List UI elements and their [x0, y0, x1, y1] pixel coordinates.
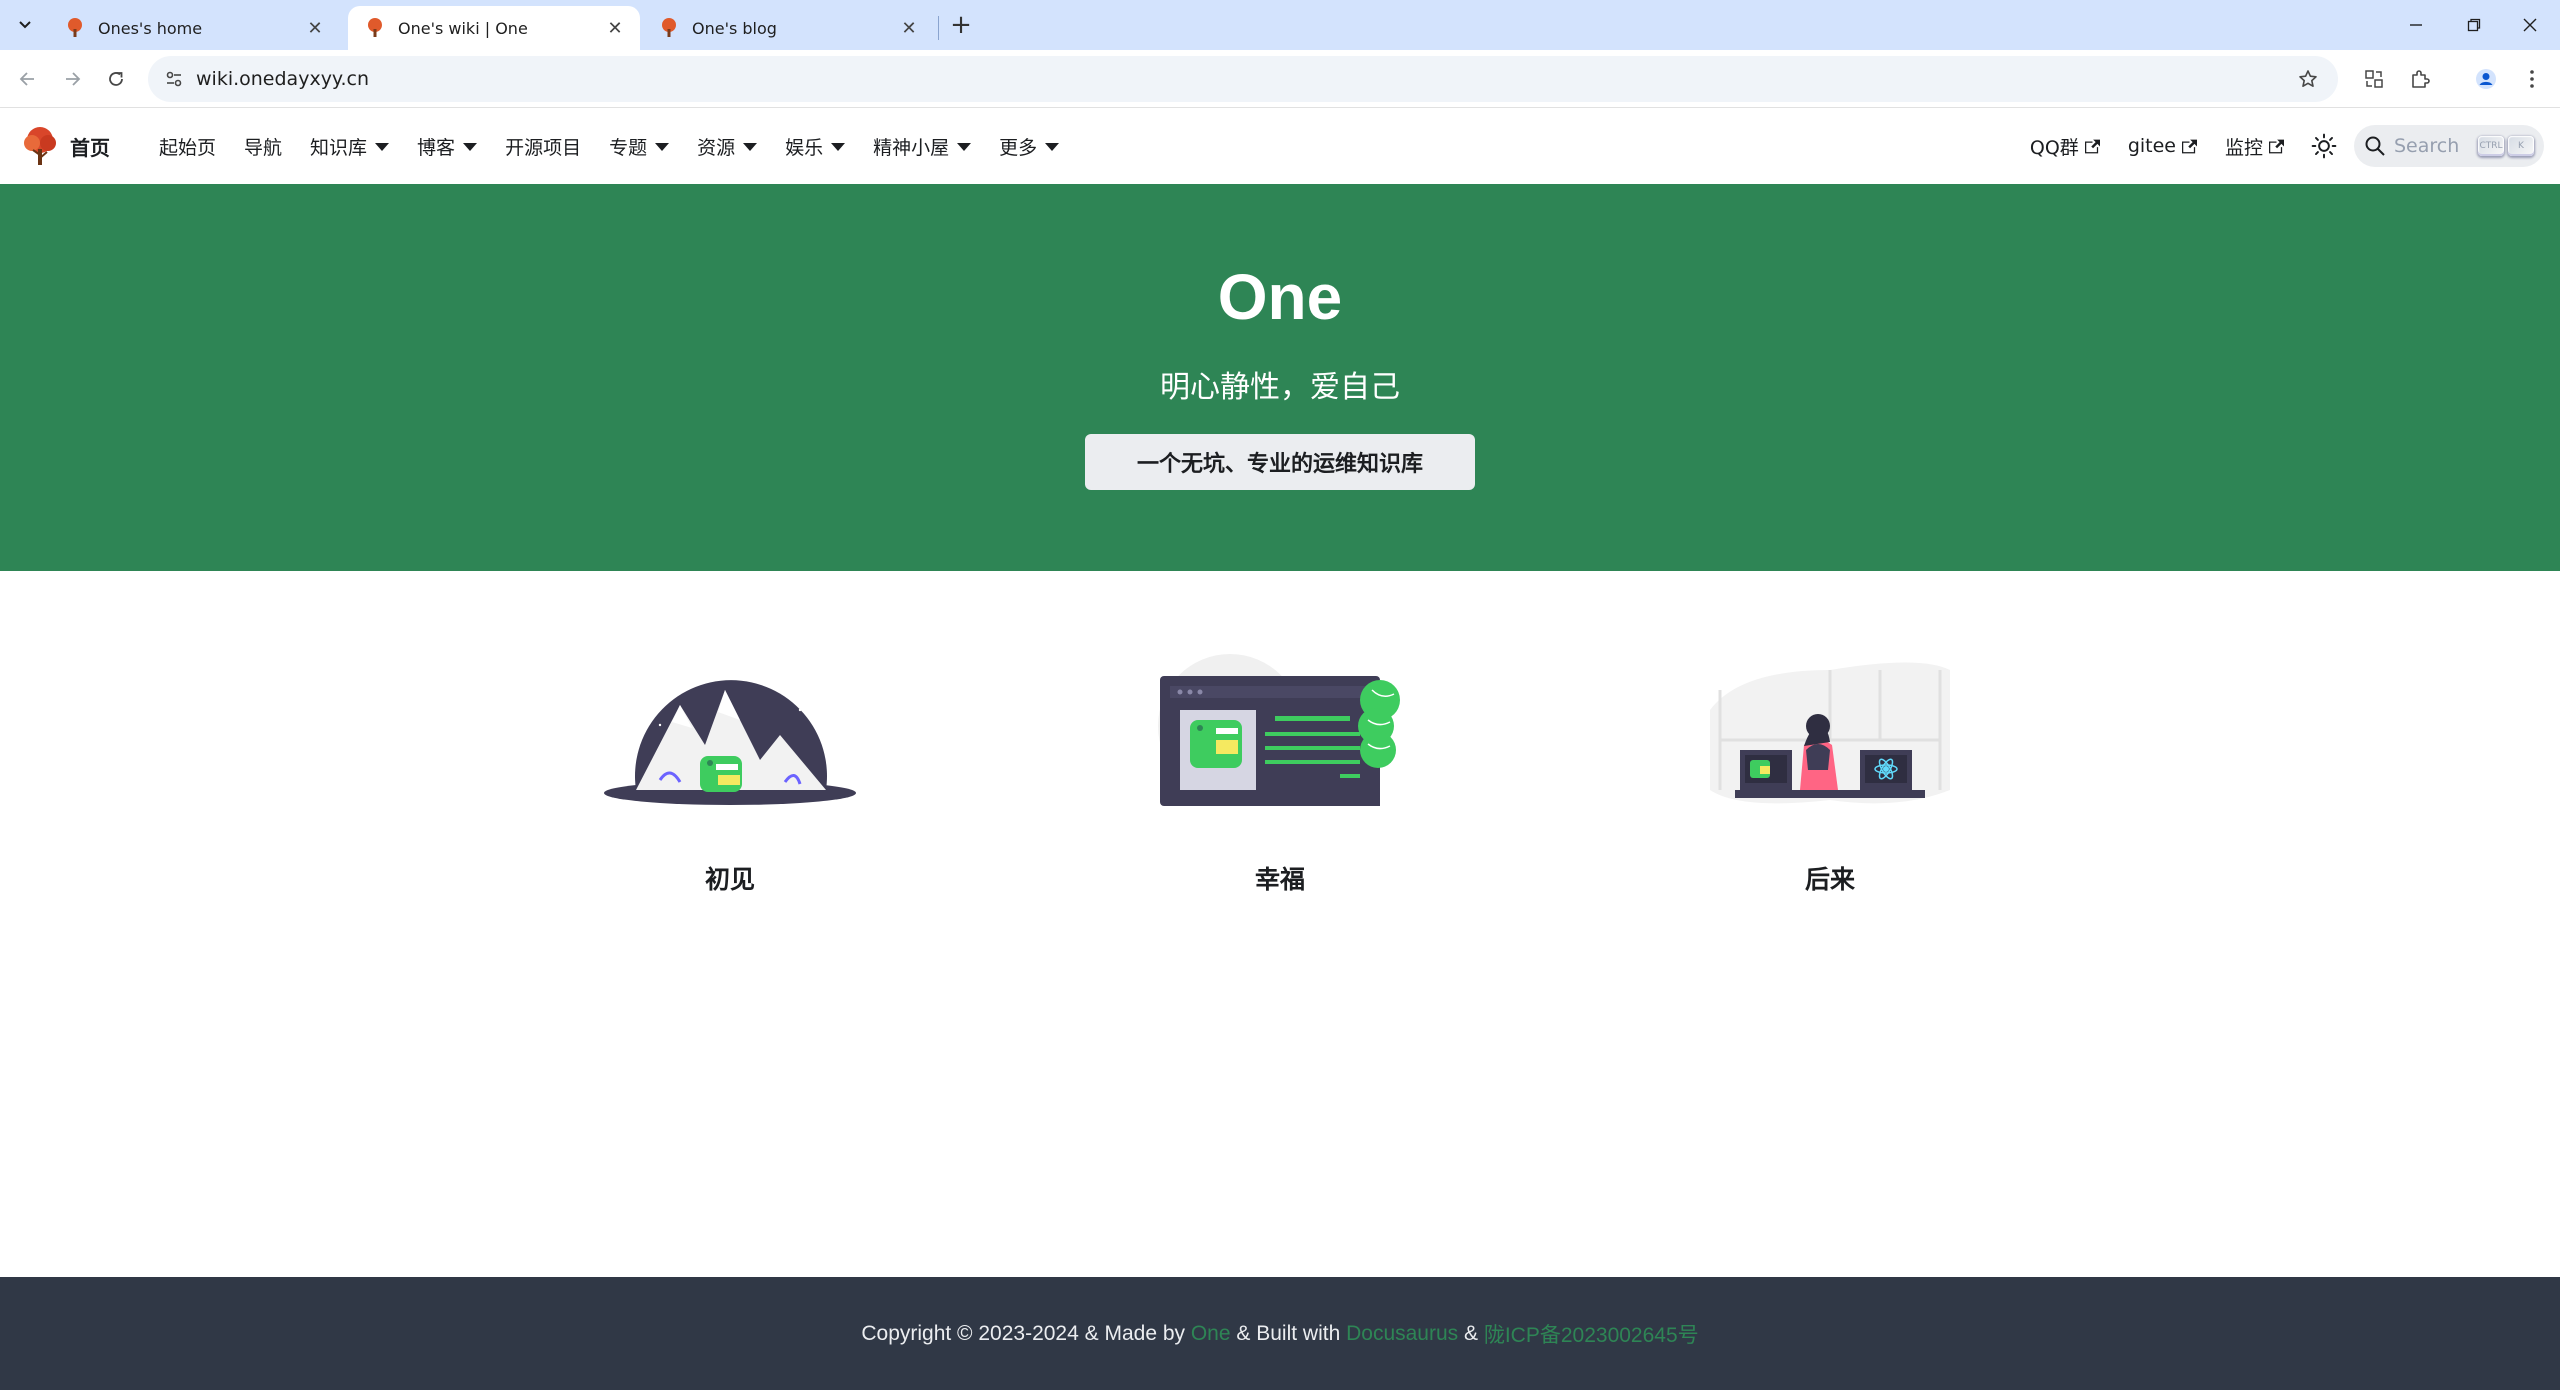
hero-title: One — [1217, 261, 1343, 333]
nav-label: 资源 — [697, 136, 736, 159]
nav-label: 起始页 — [159, 136, 217, 159]
feature-title: 幸福 — [1254, 865, 1305, 894]
close-icon[interactable]: ✕ — [604, 17, 626, 39]
kbd-ctrl: CTRL — [2478, 136, 2504, 156]
hero-tagline: 明心静性，爱自己 — [1160, 370, 1400, 405]
tab-title: Ones's home — [98, 18, 203, 38]
close-icon[interactable]: ✕ — [898, 17, 920, 39]
nav-right: QQ群 gitee 监控 Search CTRL K — [2016, 108, 2544, 184]
site-navbar: 首页 起始页 导航 知识库 博客 开源项目 专题 资源 娱乐 精神小屋 更多 Q… — [0, 108, 2560, 184]
author-link[interactable]: One — [1191, 1322, 1231, 1346]
nav-label: 专题 — [609, 136, 648, 159]
footer-text: & — [1458, 1321, 1484, 1345]
site-footer: Copyright © 2023-2024 & Made by One & Bu… — [0, 1277, 2560, 1390]
caret-down-icon — [743, 143, 758, 151]
nav-item-resources[interactable]: 资源 — [683, 133, 771, 160]
feature-card: 初见 — [450, 650, 1010, 896]
nav-item-navigation[interactable]: 导航 — [230, 133, 296, 160]
tree-favicon-icon — [368, 18, 382, 37]
nav-links: 起始页 导航 知识库 博客 开源项目 专题 资源 娱乐 精神小屋 更多 — [145, 108, 1073, 184]
tree-logo-icon — [24, 127, 56, 165]
url-text[interactable]: wiki.onedayxyy.cn — [196, 68, 369, 90]
feature-card: 幸福 — [1000, 650, 1560, 896]
site-info-icon[interactable] — [158, 63, 190, 95]
nav-item-spirit[interactable]: 精神小屋 — [859, 133, 985, 160]
tab-title: One's wiki | One — [398, 18, 528, 38]
nav-label: 娱乐 — [785, 136, 824, 159]
nav-item-start[interactable]: 起始页 — [145, 133, 230, 160]
footer-text: & Built with — [1230, 1321, 1347, 1345]
nav-label: 开源项目 — [505, 136, 582, 159]
nav-label: 博客 — [417, 136, 456, 159]
external-link-icon — [2269, 139, 2284, 153]
copyright-text: Copyright © 2023-2024 & Made by — [861, 1321, 1191, 1345]
theme-toggle-sun-icon[interactable] — [2302, 124, 2346, 168]
search-button[interactable]: Search CTRL K — [2354, 125, 2544, 167]
caret-down-icon — [375, 143, 390, 151]
kbd-k: K — [2508, 136, 2534, 156]
feature-card: 后来 — [1550, 650, 2110, 896]
nav-item-knowledge[interactable]: 知识库 — [296, 133, 403, 160]
external-link-icon — [2181, 139, 2197, 153]
nav-label: 更多 — [999, 136, 1038, 159]
address-bar[interactable]: wiki.onedayxyy.cn — [148, 56, 2338, 102]
caret-down-icon — [957, 143, 972, 151]
nav-item-topics[interactable]: 专题 — [595, 133, 683, 160]
new-tab-button[interactable]: + — [946, 10, 976, 40]
browser-menu-icon[interactable] — [2516, 63, 2548, 95]
minimize-icon[interactable] — [2388, 0, 2444, 50]
browser-tab-home[interactable]: Ones's home ✕ — [48, 6, 340, 50]
profile-avatar-icon[interactable] — [2470, 63, 2502, 95]
caret-down-icon — [1045, 143, 1060, 151]
nav-item-more[interactable]: 更多 — [985, 133, 1073, 160]
tree-favicon-icon — [662, 18, 676, 37]
ext-link-label: 监控 — [2224, 136, 2263, 159]
docusaurus-link[interactable]: Docusaurus — [1346, 1322, 1458, 1346]
external-link-icon — [2084, 139, 2100, 153]
restore-icon[interactable] — [2446, 0, 2502, 50]
hero-cta-button[interactable]: 一个无坑、专业的运维知识库 — [1085, 434, 1475, 490]
tab-separator — [938, 16, 939, 40]
qq-group-link[interactable]: QQ群 — [2016, 133, 2114, 160]
ext-link-label: QQ群 — [2029, 136, 2079, 159]
browser-tabstrip: Ones's home ✕ One's wiki | One ✕ One's b… — [0, 0, 2560, 50]
feature-title: 后来 — [1804, 865, 1855, 894]
nav-label: 精神小屋 — [873, 136, 950, 159]
tab-title: One's blog — [692, 18, 777, 38]
brand-link[interactable]: 首页 — [20, 125, 110, 167]
close-icon[interactable]: ✕ — [304, 17, 326, 39]
tree-favicon-icon — [68, 18, 82, 37]
search-icon — [2365, 136, 2385, 156]
monitor-link[interactable]: 监控 — [2211, 133, 2298, 160]
reload-icon[interactable] — [100, 63, 132, 95]
caret-down-icon — [463, 143, 478, 151]
browser-toolbar: wiki.onedayxyy.cn — [0, 50, 2560, 108]
hero-banner: One 明心静性，爱自己 一个无坑、专业的运维知识库 — [0, 184, 2560, 571]
nav-item-opensource[interactable]: 开源项目 — [491, 133, 595, 160]
tab-search-chevron-icon[interactable] — [10, 11, 40, 39]
search-placeholder: Search — [2394, 135, 2460, 157]
caret-down-icon — [831, 143, 846, 151]
nav-item-entertainment[interactable]: 娱乐 — [771, 133, 859, 160]
window-close-icon[interactable] — [2502, 0, 2558, 50]
bookmark-star-icon[interactable] — [2292, 63, 2324, 95]
nav-label: 导航 — [244, 136, 283, 159]
gitee-link[interactable]: gitee — [2114, 135, 2211, 157]
browser-tab-wiki[interactable]: One's wiki | One ✕ — [348, 6, 640, 50]
forward-arrow-icon[interactable] — [56, 63, 88, 95]
mountain-illustration-icon — [604, 673, 856, 805]
nav-label: 知识库 — [310, 136, 368, 159]
developer-desk-illustration-icon — [1710, 662, 1950, 804]
ext-link-label: gitee — [2127, 135, 2176, 157]
icp-link[interactable]: 陇ICP备2023002645号 — [1484, 1319, 1699, 1349]
browser-tab-blog[interactable]: One's blog ✕ — [642, 6, 934, 50]
extensions-puzzle-icon[interactable] — [2404, 63, 2436, 95]
back-arrow-icon[interactable] — [12, 63, 44, 95]
tree-screen-illustration-icon — [1158, 654, 1400, 806]
feature-title: 初见 — [704, 865, 755, 894]
caret-down-icon — [655, 143, 670, 151]
nav-item-blog[interactable]: 博客 — [403, 133, 491, 160]
brand-title: 首页 — [70, 135, 110, 160]
translate-icon[interactable] — [2358, 63, 2390, 95]
